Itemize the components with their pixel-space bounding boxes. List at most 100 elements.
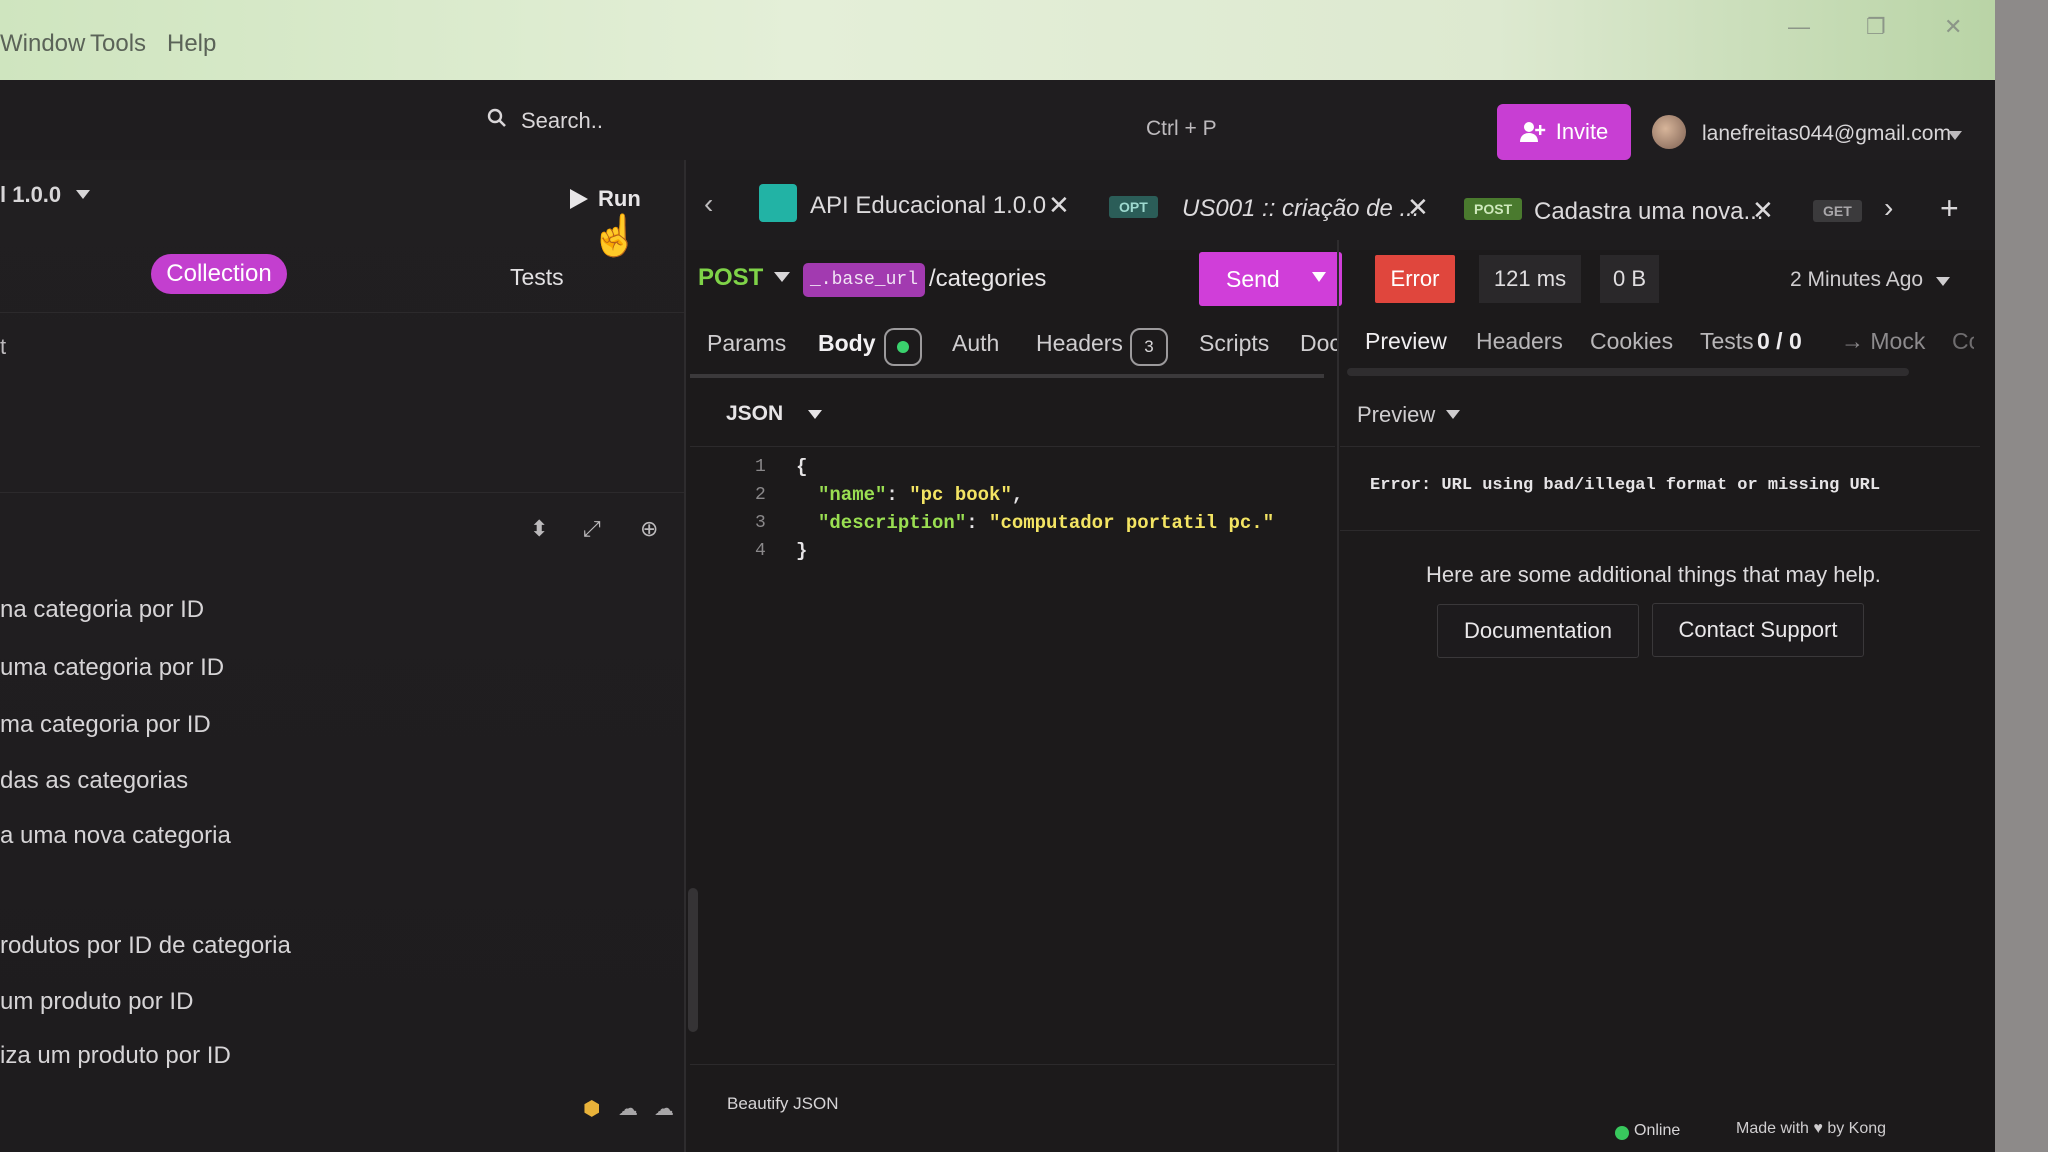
- tab-body[interactable]: Body: [818, 330, 876, 357]
- pane-divider[interactable]: [1337, 240, 1339, 1152]
- sidebar-filter-text: t: [0, 334, 7, 359]
- sidebar-item[interactable]: um produto por ID: [0, 988, 193, 1016]
- url-path-input[interactable]: /categories: [929, 265, 1046, 293]
- json-value: "computador portatil pc.": [989, 512, 1275, 534]
- tab-auth[interactable]: Auth: [952, 330, 999, 357]
- tab-collection[interactable]: Collection: [151, 254, 287, 294]
- code-line[interactable]: }: [796, 540, 807, 562]
- sidebar-item[interactable]: ma categoria por ID: [0, 711, 211, 739]
- tab-api-educacional[interactable]: API Educacional 1.0.0: [810, 192, 1046, 220]
- request-tabs-underline: [690, 374, 1324, 378]
- sidebar-item[interactable]: das as categorias: [0, 767, 188, 795]
- menu-tools[interactable]: Tools: [90, 30, 146, 58]
- sidebar-scrollbar[interactable]: [688, 888, 698, 1032]
- method-badge-opt: OPT: [1109, 196, 1158, 218]
- minimize-icon[interactable]: —: [1788, 14, 1810, 40]
- collection-version[interactable]: l 1.0.0: [0, 182, 61, 208]
- made-with-kong[interactable]: Made with ♥ by Kong: [1736, 1120, 1886, 1138]
- search-input[interactable]: Search..: [521, 108, 603, 134]
- chevron-down-icon[interactable]: [1948, 131, 1962, 140]
- divider: [0, 312, 684, 313]
- expand-icon[interactable]: ⤢: [583, 516, 601, 542]
- divider: [690, 1064, 1335, 1065]
- close-tab-icon[interactable]: ✕: [1048, 190, 1070, 221]
- add-circle-icon[interactable]: ⊕: [640, 516, 658, 542]
- tab-mock[interactable]: → Mock: [1841, 328, 1925, 355]
- sidebar-item[interactable]: iza um produto por ID: [0, 1042, 231, 1070]
- response-time: 121 ms: [1479, 255, 1581, 303]
- method-select[interactable]: POST: [698, 264, 763, 292]
- chevron-right-icon[interactable]: ›: [1884, 192, 1893, 224]
- invite-button[interactable]: Invite: [1497, 104, 1631, 160]
- method-badge-get[interactable]: GET: [1813, 200, 1862, 222]
- version-chevron-down-icon[interactable]: [76, 190, 90, 199]
- hand-pointer-icon: ☝: [590, 214, 640, 258]
- add-user-icon: [1519, 122, 1545, 142]
- tab-cadastra[interactable]: Cadastra uma nova...: [1534, 198, 1763, 226]
- search-shortcut-hint: Ctrl + P: [1146, 117, 1217, 140]
- send-button[interactable]: Send: [1199, 252, 1342, 306]
- tab-tests[interactable]: Tests: [510, 264, 564, 291]
- sidebar-item[interactable]: uma categoria por ID: [0, 654, 224, 682]
- code-line[interactable]: "description": "computador portatil pc.": [818, 512, 1274, 534]
- tab-us001[interactable]: US001 :: criação de ...: [1182, 195, 1419, 223]
- new-tab-icon[interactable]: +: [1940, 190, 1959, 227]
- close-tab-icon[interactable]: ✕: [1407, 192, 1429, 223]
- response-history[interactable]: 2 Minutes Ago: [1790, 268, 1923, 292]
- sidebar-item[interactable]: na categoria por ID: [0, 596, 204, 624]
- documentation-button[interactable]: Documentation: [1437, 604, 1639, 658]
- headers-count-badge: 3: [1130, 328, 1168, 366]
- method-badge-post: POST: [1464, 198, 1523, 220]
- run-button[interactable]: Run: [570, 186, 641, 212]
- tab-scripts[interactable]: Scripts: [1199, 330, 1269, 357]
- sidebar-item[interactable]: a uma nova categoria: [0, 822, 231, 850]
- tab-response-headers[interactable]: Headers: [1476, 328, 1563, 355]
- sidebar-item[interactable]: rodutos por ID de categoria: [0, 932, 291, 960]
- cloud-download-icon[interactable]: ☁: [618, 1096, 638, 1121]
- online-status-icon: [1615, 1126, 1629, 1140]
- chevron-down-icon[interactable]: [1936, 277, 1950, 286]
- beautify-json-button[interactable]: Beautify JSON: [727, 1094, 839, 1114]
- line-number: 2: [755, 485, 766, 505]
- preview-mode-select[interactable]: Preview: [1357, 402, 1435, 428]
- menu-help[interactable]: Help: [167, 30, 216, 58]
- body-mode-select[interactable]: JSON: [726, 402, 783, 426]
- json-key: "name": [818, 484, 887, 506]
- contact-support-button[interactable]: Contact Support: [1652, 603, 1864, 657]
- package-icon[interactable]: ⬢: [583, 1096, 600, 1121]
- divider: [690, 446, 1335, 447]
- tab-headers[interactable]: Headers: [1036, 330, 1123, 357]
- tab-params[interactable]: Params: [707, 330, 786, 357]
- tab-console[interactable]: Co: [1952, 328, 1974, 355]
- chevron-down-icon[interactable]: [808, 410, 822, 419]
- response-size: 0 B: [1600, 255, 1659, 303]
- app-header: [0, 80, 1995, 161]
- close-tab-icon[interactable]: ✕: [1752, 195, 1774, 226]
- close-window-icon[interactable]: ✕: [1944, 14, 1962, 40]
- avatar[interactable]: [1652, 115, 1686, 149]
- sort-icon[interactable]: ⬍: [530, 516, 548, 542]
- menu-window[interactable]: Window: [0, 30, 85, 58]
- tab-preview[interactable]: Preview: [1365, 328, 1447, 355]
- cloud-upload-icon[interactable]: ☁: [654, 1096, 674, 1121]
- chevron-down-icon[interactable]: [1312, 272, 1326, 282]
- response-tabs-underline: [1347, 368, 1909, 376]
- code-line[interactable]: {: [796, 456, 807, 478]
- tab-cookies[interactable]: Cookies: [1590, 328, 1673, 355]
- help-text: Here are some additional things that may…: [1426, 562, 1881, 587]
- document-icon: [759, 184, 797, 222]
- base-url-variable[interactable]: _.base_url: [803, 263, 925, 297]
- user-email[interactable]: lanefreitas044@gmail.com: [1702, 122, 1951, 146]
- json-key: "description": [818, 512, 967, 534]
- tab-docs[interactable]: Docs: [1300, 330, 1337, 357]
- divider: [0, 492, 684, 493]
- chevron-left-icon[interactable]: ‹: [704, 188, 713, 220]
- tab-tests[interactable]: Tests: [1700, 328, 1754, 355]
- line-number: 4: [755, 541, 766, 561]
- maximize-icon[interactable]: ❐: [1866, 14, 1886, 40]
- search-icon[interactable]: [487, 108, 507, 128]
- code-line[interactable]: "name": "pc book",: [818, 484, 1023, 506]
- chevron-down-icon[interactable]: [1446, 410, 1460, 419]
- chevron-down-icon[interactable]: [774, 272, 790, 282]
- divider: [1340, 530, 1980, 531]
